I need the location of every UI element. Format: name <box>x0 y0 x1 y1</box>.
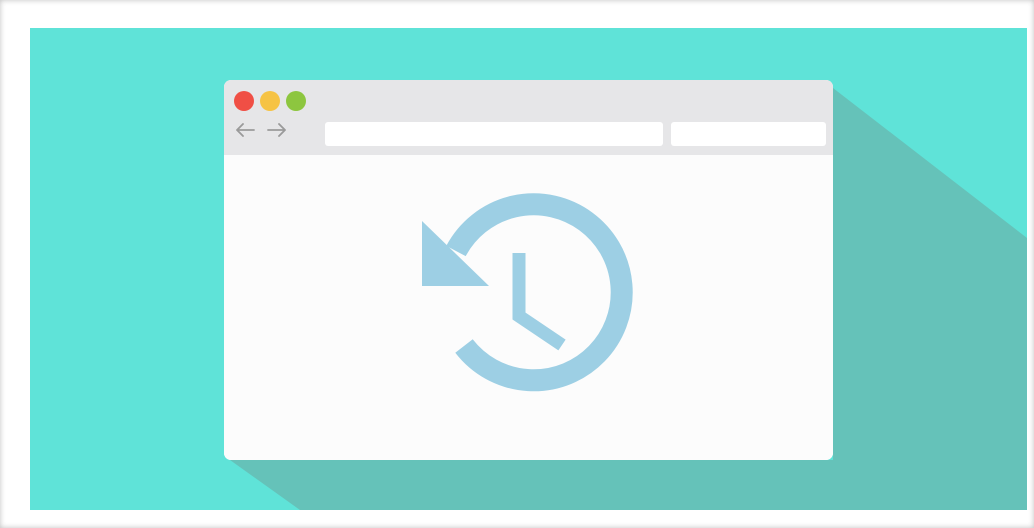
browser-window <box>224 80 833 460</box>
back-arrow-icon[interactable] <box>234 121 256 139</box>
clock-hands <box>512 253 566 351</box>
forward-arrow-icon[interactable] <box>266 121 288 139</box>
close-dot[interactable] <box>234 91 254 111</box>
maximize-dot[interactable] <box>286 91 306 111</box>
image-frame <box>0 0 1034 528</box>
history-circle-arc <box>446 193 633 392</box>
illustration-canvas <box>30 28 1027 510</box>
search-bar[interactable] <box>671 122 826 146</box>
minimize-dot[interactable] <box>260 91 280 111</box>
address-bar[interactable] <box>325 122 663 146</box>
browser-content <box>224 155 833 460</box>
history-icon <box>422 193 633 392</box>
browser-toolbar <box>224 80 833 155</box>
